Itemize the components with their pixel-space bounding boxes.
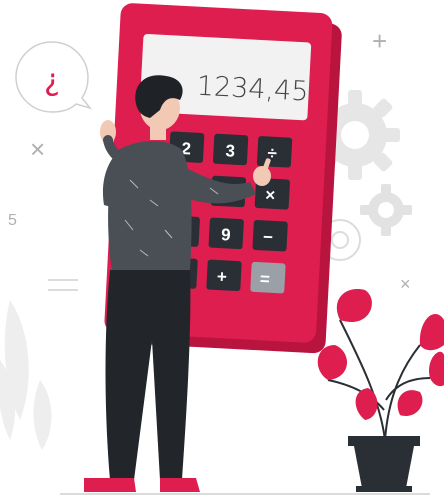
five-symbol: 5 [8, 212, 17, 229]
right-hand [253, 166, 271, 186]
left-shoe [84, 478, 136, 492]
key-minus: − [263, 227, 274, 246]
illustration: + × × 5 ¿ 1234,45 2 3 ÷ × 9 − + = [0, 3, 444, 495]
background-leaves [0, 300, 52, 450]
plant-pot [354, 446, 414, 488]
key-9: 9 [221, 225, 231, 244]
times-symbol-right: × [400, 274, 411, 294]
background-lines [48, 279, 78, 291]
key-3: 3 [225, 141, 235, 160]
key-plus: + [216, 267, 227, 286]
plus-symbol: + [372, 26, 387, 56]
question-mark-icon: ¿ [44, 63, 60, 98]
shirt [108, 141, 192, 272]
key-multiply: × [265, 185, 276, 204]
key-equals: = [259, 269, 270, 288]
small-gear-icon [360, 184, 412, 236]
potted-plant [317, 289, 444, 492]
pants [105, 270, 191, 480]
times-symbol-left: × [30, 134, 45, 164]
speech-bubble: ¿ [15, 41, 93, 113]
plant-pot-rim [348, 436, 420, 446]
calculator-display-value: 1234,45 [196, 71, 309, 108]
right-shoe [160, 478, 200, 492]
